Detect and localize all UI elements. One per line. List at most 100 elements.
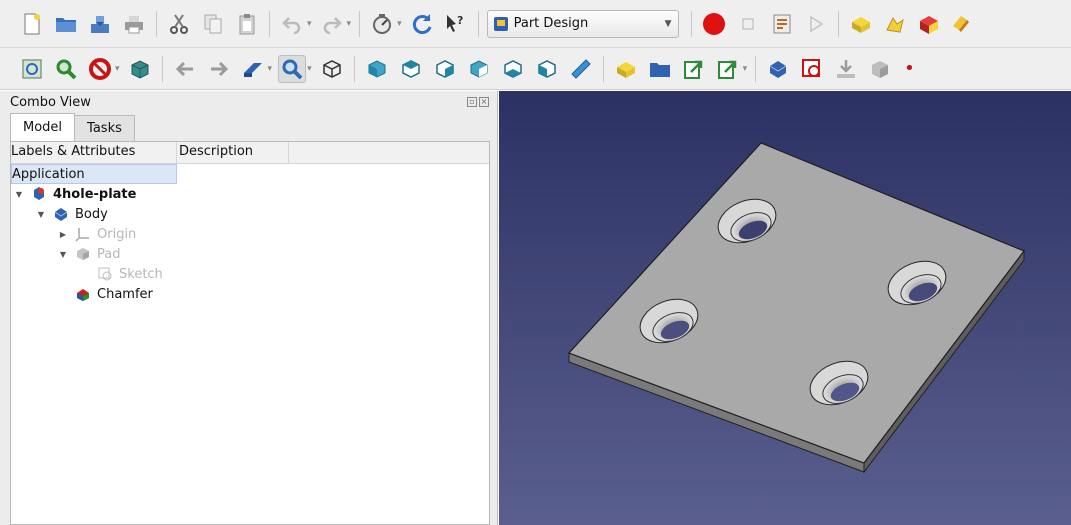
open-folder-icon (56, 17, 76, 32)
create-sketch-button[interactable] (798, 55, 826, 83)
toolbar-separator (690, 10, 692, 37)
toolbar-separator (156, 10, 157, 37)
new-document-button[interactable] (18, 10, 46, 38)
tree-item-document[interactable]: ▼ 4hole-plate (11, 184, 489, 204)
stop-macro-button[interactable] (734, 10, 762, 38)
top-view-button[interactable] (397, 55, 425, 83)
pad-icon (872, 60, 889, 78)
create-body-button[interactable] (764, 55, 792, 83)
more-tools-indicator[interactable]: • (904, 58, 915, 79)
part-button[interactable] (847, 10, 875, 38)
float-panel-icon[interactable]: ▫ (467, 97, 477, 107)
bounding-box-icon (131, 59, 149, 79)
rear-view-button[interactable] (465, 55, 493, 83)
zoom-icon (282, 59, 303, 79)
expand-arrow-icon[interactable]: ▼ (57, 250, 69, 259)
copy-button[interactable] (199, 10, 227, 38)
isometric-view-button[interactable] (318, 55, 346, 83)
primitives-icon (885, 16, 904, 33)
tree-item-pad[interactable]: ▼ Pad (11, 244, 489, 264)
undo-button[interactable] (278, 10, 306, 38)
refresh-button[interactable] (408, 10, 436, 38)
column-header-description[interactable]: Description (177, 142, 289, 163)
create-primitives-button[interactable] (881, 10, 909, 38)
macros-button[interactable] (768, 10, 796, 38)
tree-item-label: Pad (97, 246, 121, 262)
refresh-history-button[interactable] (368, 10, 396, 38)
make-link-button[interactable] (680, 55, 708, 83)
rear-view-icon (470, 59, 488, 78)
bounding-box-button[interactable] (126, 55, 154, 83)
part-icon (851, 16, 870, 33)
cut-button[interactable] (165, 10, 193, 38)
forward-button[interactable] (205, 55, 233, 83)
expand-arrow-icon[interactable]: ▼ (13, 190, 25, 199)
tree-item-label: Chamfer (97, 286, 153, 302)
create-group-button[interactable] (646, 55, 674, 83)
run-macro-button[interactable] (802, 10, 830, 38)
collapse-arrow-icon[interactable]: ▶ (57, 230, 69, 239)
bottom-view-button[interactable] (499, 55, 527, 83)
paste-button[interactable] (233, 10, 261, 38)
tree-item-origin[interactable]: ▶ Origin (11, 224, 489, 244)
sync-view-button[interactable] (239, 55, 267, 83)
link-actions-button[interactable] (714, 55, 742, 83)
record-macro-button[interactable] (700, 10, 728, 38)
front-view-button[interactable] (363, 55, 391, 83)
copy-icon (204, 14, 222, 33)
tree-item-sketch[interactable]: Sketch (11, 264, 489, 284)
body-icon (53, 206, 69, 222)
fit-all-icon (22, 59, 42, 78)
draw-style-dropdown-arrow[interactable]: ▾ (115, 64, 120, 74)
validate-sketch-button[interactable] (832, 55, 860, 83)
tree-item-chamfer[interactable]: Chamfer (11, 284, 489, 304)
close-panel-icon[interactable]: × (479, 97, 489, 107)
3d-viewport[interactable] (499, 91, 1071, 525)
part-tool-icon (952, 15, 969, 32)
combo-view-panel: Combo View ▫ × Model Tasks Labels & Attr… (0, 91, 498, 525)
combo-tabs: Model Tasks (0, 113, 497, 141)
link-actions-dropdown-arrow[interactable]: ▾ (743, 64, 748, 74)
left-view-button[interactable] (533, 55, 561, 83)
tab-model[interactable]: Model (10, 113, 76, 141)
dock-buttons: ▫ × (467, 97, 489, 107)
open-button[interactable] (52, 10, 80, 38)
model-tree: Labels & Attributes Description Applicat… (10, 141, 490, 525)
whats-this-button[interactable]: ? (442, 10, 470, 38)
link-icon (683, 60, 702, 79)
column-header-labels[interactable]: Labels & Attributes (11, 142, 177, 163)
toolbar-separator (269, 10, 270, 37)
save-button[interactable] (86, 10, 114, 38)
undo-dropdown-arrow[interactable]: ▾ (307, 19, 312, 29)
redo-dropdown-arrow[interactable]: ▾ (347, 19, 352, 29)
3d-scene[interactable] (499, 91, 1071, 525)
sync-view-dropdown-arrow[interactable]: ▾ (268, 64, 273, 74)
tab-tasks[interactable]: Tasks (74, 115, 135, 141)
pad-button[interactable] (866, 55, 894, 83)
zoom-button[interactable] (278, 54, 307, 83)
fit-selection-button[interactable] (52, 55, 80, 83)
tree-item-label: 4hole-plate (53, 186, 137, 202)
tree-item-label: Origin (97, 226, 137, 242)
measure-button[interactable] (567, 55, 595, 83)
shape-builder-button[interactable] (915, 10, 943, 38)
create-part-button[interactable] (612, 55, 640, 83)
back-button[interactable] (171, 55, 199, 83)
draw-style-button[interactable] (86, 55, 114, 83)
expand-arrow-icon[interactable]: ▼ (35, 210, 47, 219)
fit-all-button[interactable] (18, 55, 46, 83)
tree-item-application[interactable]: Application (11, 164, 177, 184)
right-view-button[interactable] (431, 55, 459, 83)
redo-button[interactable] (318, 10, 346, 38)
dropdown-arrow[interactable]: ▾ (397, 19, 402, 29)
print-button[interactable] (120, 10, 148, 38)
tree-item-body[interactable]: ▼ Body (11, 204, 489, 224)
workbench-selector[interactable]: Part Design ▼ (486, 9, 679, 38)
zoom-dropdown-arrow[interactable]: ▾ (307, 64, 312, 74)
toolbar-separator (477, 10, 479, 37)
record-macro-icon (702, 12, 725, 35)
main-toolbar: ▾ ▾ ▾ ? Part Design ▼ (0, 0, 1071, 48)
part-tool-button[interactable] (949, 10, 977, 38)
toolbar-separator (359, 10, 361, 37)
tree-item-label: Application (12, 166, 85, 182)
